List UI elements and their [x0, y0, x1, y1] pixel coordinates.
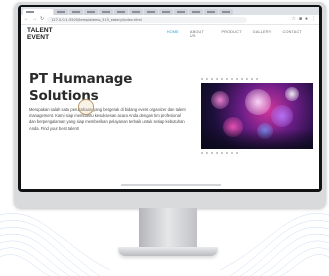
- monitor-screen: ← → ↻ 127.0.0.1:5500/templatemo_515_eate…: [21, 7, 319, 189]
- mouse-cursor-highlight: [78, 99, 94, 115]
- horizontal-scrollbar[interactable]: [121, 184, 221, 186]
- nav-gallery[interactable]: GALLERY: [253, 30, 272, 38]
- film-strip-bottom: [201, 151, 313, 155]
- nav-home[interactable]: HOME: [167, 30, 179, 38]
- film-strip-top: [201, 77, 313, 81]
- arrow-left-icon[interactable]: ←: [24, 17, 29, 22]
- browser-extensions: ☆ ■ ● ⋮: [288, 17, 316, 22]
- site-brand-logo[interactable]: TALENT EVENT: [27, 27, 77, 41]
- nav-contact[interactable]: CONTACT: [283, 30, 302, 38]
- extension-icon[interactable]: ●: [305, 17, 308, 22]
- site-navbar: TALENT EVENT HOME ABOUT US PRODUCT GALLE…: [21, 27, 319, 41]
- nav-product[interactable]: PRODUCT: [221, 30, 241, 38]
- address-bar[interactable]: 127.0.0.1:5500/templatemo_515_eatery/ind…: [47, 16, 248, 23]
- hero-paragraph: Merupakan salah satu perusahaan yang ber…: [29, 107, 186, 131]
- star-icon[interactable]: ☆: [291, 17, 295, 22]
- reload-icon[interactable]: ↻: [40, 17, 44, 22]
- browser-address-row: ← → ↻ 127.0.0.1:5500/templatemo_515_eate…: [21, 15, 319, 25]
- concert-photo: [201, 83, 313, 149]
- arrow-right-icon[interactable]: →: [32, 17, 37, 22]
- browser-tab-bar: [21, 7, 319, 15]
- monitor-stand-base: [118, 247, 218, 256]
- monitor-stand-neck: [139, 208, 197, 248]
- kebab-icon[interactable]: ⋮: [311, 17, 316, 22]
- site-menu: HOME ABOUT US PRODUCT GALLERY CONTACT: [167, 30, 313, 38]
- hero-heading-line1: PT Humanage: [29, 71, 133, 87]
- hero-image-block: [201, 77, 313, 157]
- extension-icon[interactable]: ■: [299, 17, 302, 22]
- nav-about-us[interactable]: ABOUT US: [190, 30, 211, 38]
